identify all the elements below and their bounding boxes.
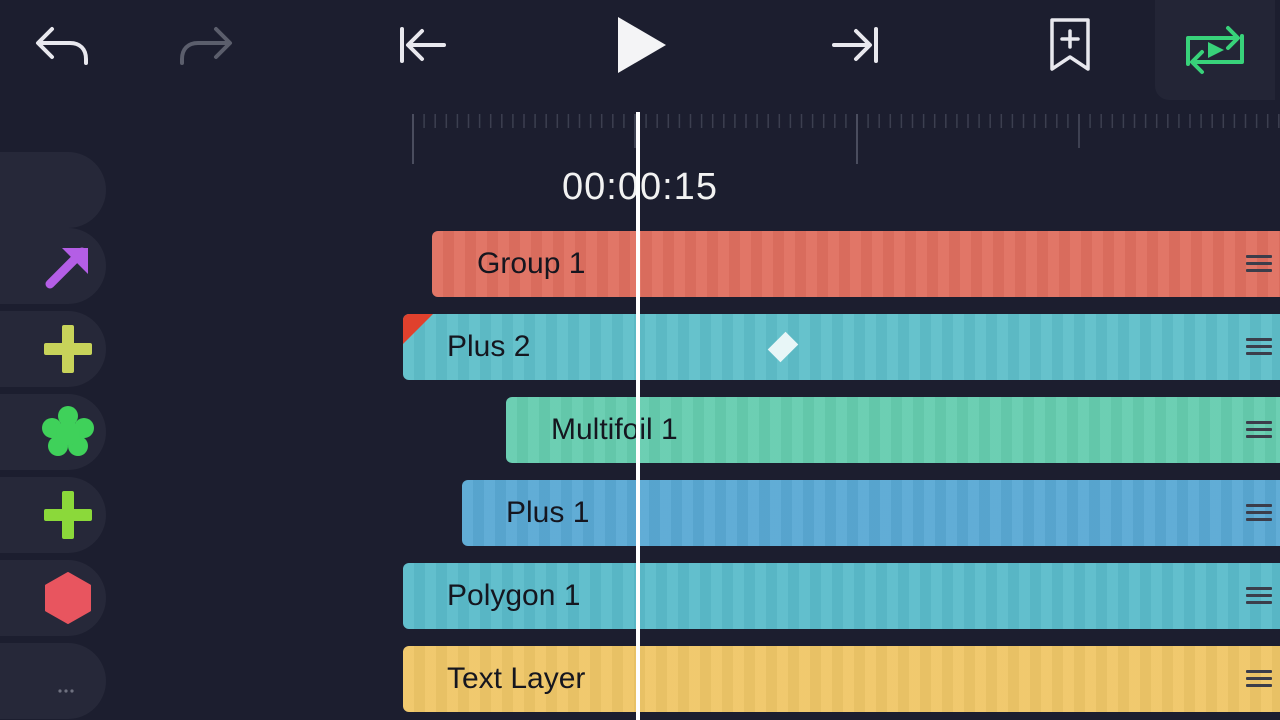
layer-icon-cell-partial [0,152,106,228]
undo-icon [30,23,94,67]
layer-icon-cell-plus-1[interactable] [0,477,106,553]
redo-icon [174,23,238,67]
ruler-ticks [412,114,1280,164]
layer-icon-cell-group[interactable] [0,228,106,304]
animation-timeline-app: 00:00:15 [0,0,1280,720]
multifoil-icon [40,404,96,460]
layer-name: Plus 1 [506,496,590,529]
loop-playback-button[interactable] [1155,0,1275,100]
drag-handle-icon[interactable] [1246,585,1272,607]
drag-handle-icon[interactable] [1246,502,1272,524]
playhead-line[interactable] [636,112,640,720]
drag-handle-icon[interactable] [1246,253,1272,275]
layer-track-multifoil-1[interactable]: Multifoil 1 [506,397,1280,463]
current-timecode: 00:00:15 [540,166,740,209]
hexagon-icon [40,570,96,626]
keyframe-corner-marker [403,314,433,344]
plus-icon [40,487,96,543]
layer-icon-column [0,152,110,720]
layer-icon-cell-multifoil[interactable] [0,394,106,470]
playback-toolbar [0,0,1280,100]
skip-to-start-icon [394,23,450,67]
layer-track-polygon-1[interactable]: Polygon 1 [403,563,1280,629]
layer-icon-cell-polygon[interactable] [0,560,106,636]
layer-name: Group 1 [477,247,586,280]
redo-button[interactable] [166,10,246,80]
layer-name: Multifoil 1 [551,413,678,446]
skip-to-end-button[interactable] [816,10,896,80]
skip-to-end-icon [828,23,884,67]
layer-icon-cell-plus-2[interactable] [0,311,106,387]
track-stripes [403,314,1280,380]
play-button[interactable] [598,5,682,85]
layer-icon-cell-text[interactable] [0,643,106,719]
timeline-ruler[interactable] [410,108,1280,168]
loop-playback-icon [1180,20,1250,80]
text-icon [40,653,96,709]
bookmark-add-icon [1048,17,1092,73]
layer-track-text-layer[interactable]: Text Layer [403,646,1280,712]
drag-handle-icon[interactable] [1246,668,1272,690]
layer-name: Plus 2 [447,330,531,363]
skip-to-start-button[interactable] [382,10,462,80]
drag-handle-icon[interactable] [1246,336,1272,358]
plus-icon [40,321,96,377]
layer-name: Polygon 1 [447,579,581,612]
drag-handle-icon[interactable] [1246,419,1272,441]
arrow-icon [40,238,96,294]
add-bookmark-button[interactable] [1030,10,1110,80]
layer-track-plus-1[interactable]: Plus 1 [462,480,1280,546]
layer-name: Text Layer [447,662,586,695]
undo-button[interactable] [22,10,102,80]
play-icon [610,13,670,77]
layer-track-group-1[interactable]: Group 1 [432,231,1280,297]
layer-track-plus-2[interactable]: Plus 2 [403,314,1280,380]
